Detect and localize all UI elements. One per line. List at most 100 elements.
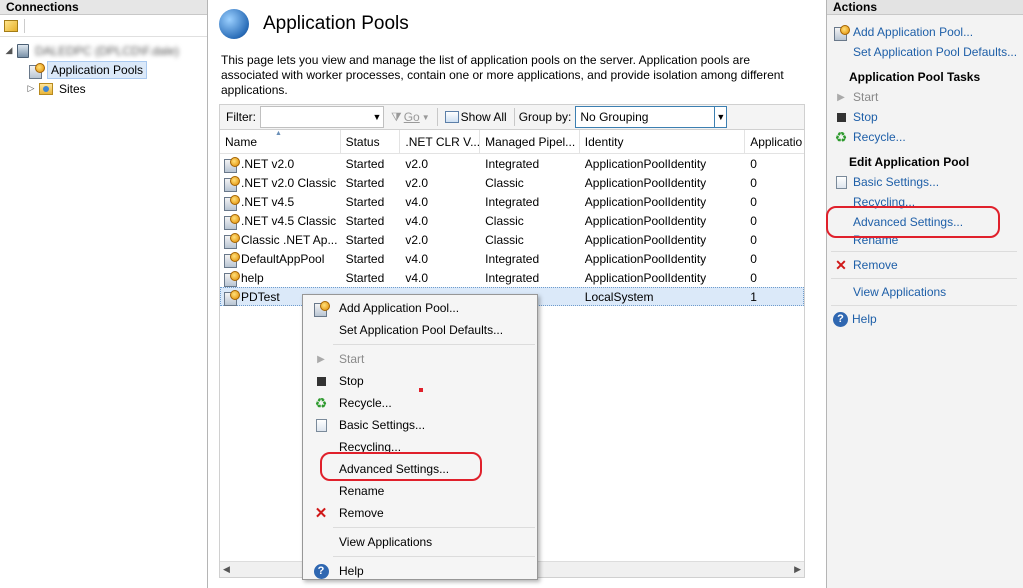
expand-icon[interactable]: ▷: [26, 83, 36, 94]
menu-separator: [333, 344, 535, 345]
menu-item-basic-settings[interactable]: Basic Settings...: [303, 414, 537, 436]
cell-identity: ApplicationPoolIdentity: [580, 154, 745, 173]
cell-pipeline: Integrated: [480, 154, 580, 173]
new-connection-icon[interactable]: [4, 19, 18, 32]
column-header-status[interactable]: Status: [341, 130, 401, 153]
cell-text: Started: [345, 251, 385, 266]
table-row[interactable]: .NET v2.0 Classic Started v2.0 Classic Appli…: [220, 173, 804, 192]
table-row[interactable]: .NET v2.0 Started v2.0 Integrated Applicatio…: [220, 154, 804, 173]
cell-text: v4.0: [405, 251, 429, 266]
actions-pane: Actions Add Application Pool... Set Appl…: [826, 0, 1023, 588]
toolbar-separator: [513, 108, 515, 126]
action-recycle[interactable]: ♻ Recycle...: [833, 127, 1023, 147]
help-icon: ?: [309, 563, 333, 579]
menu-item-label: Rename: [339, 484, 385, 498]
chevron-down-icon[interactable]: ▼: [714, 107, 726, 127]
connections-pane: Connections ◢ DALEDPC (DPLCD\F.dale) App…: [0, 0, 208, 588]
table-row[interactable]: DefaultAppPool Started v4.0 Integrated Appli…: [220, 249, 804, 268]
cell-text: Integrated: [485, 251, 540, 266]
table-row[interactable]: .NET v4.5 Started v4.0 Integrated Applicatio…: [220, 192, 804, 211]
server-icon: [17, 43, 29, 58]
tree-item-sites[interactable]: ▷ Sites: [0, 79, 207, 98]
cell-clr: v4.0: [400, 211, 480, 230]
table-row[interactable]: Classic .NET Ap... Started v2.0 Classic Appl…: [220, 230, 804, 249]
cell-text: 0: [750, 232, 757, 247]
menu-separator: [333, 556, 535, 557]
menu-item-label: Basic Settings...: [339, 418, 426, 432]
menu-item-start[interactable]: ▶ Start: [303, 348, 537, 370]
menu-item-label: Set Application Pool Defaults...: [339, 323, 504, 337]
action-label: Basic Settings...: [853, 175, 940, 189]
menu-item-set-application-pool-defaults[interactable]: Set Application Pool Defaults...: [303, 319, 537, 341]
cell-text: ApplicationPoolIdentity: [584, 232, 707, 247]
cell-apps: 0: [745, 173, 804, 192]
action-start[interactable]: ▶ Start: [833, 87, 1023, 107]
filter-input[interactable]: ▼: [260, 106, 384, 128]
sort-ascending-icon: ▲: [275, 130, 282, 137]
cell-clr: v2.0: [400, 173, 480, 192]
menu-item-label: Add Application Pool...: [339, 301, 460, 315]
go-button[interactable]: ⧩ Go ▼: [388, 110, 433, 125]
cell-pipeline: Integrated: [480, 192, 580, 211]
cell-status: Started: [341, 211, 401, 230]
stop-icon: [309, 376, 333, 386]
action-basic-settings[interactable]: Basic Settings...: [833, 172, 1023, 192]
column-header-applications[interactable]: Applicatio: [745, 130, 804, 153]
recycle-icon: ♻: [314, 394, 328, 411]
table-row[interactable]: .NET v4.5 Classic Started v4.0 Classic Appli…: [220, 211, 804, 230]
sites-folder-icon: [39, 82, 53, 95]
chevron-down-icon[interactable]: ▼: [371, 107, 383, 127]
cell-text: Classic: [485, 232, 524, 247]
scroll-right-icon[interactable]: ▶: [794, 564, 801, 575]
scroll-left-icon[interactable]: ◀: [223, 564, 230, 575]
cell-clr: v4.0: [400, 249, 480, 268]
action-help[interactable]: ? Help: [833, 309, 1023, 329]
settings-page-icon: [309, 418, 333, 432]
server-label: DALEDPC (DPLCD\F.dale): [35, 43, 180, 58]
cell-text: DefaultAppPool: [241, 251, 325, 266]
application-pool-icon: [223, 270, 240, 287]
action-set-defaults[interactable]: Set Application Pool Defaults...: [833, 42, 1023, 62]
action-label: Help: [852, 312, 877, 326]
show-all-button[interactable]: Show All: [442, 110, 510, 124]
action-remove[interactable]: ✕ Remove: [833, 255, 1023, 275]
tree-item-server[interactable]: ◢ DALEDPC (DPLCD\F.dale): [0, 41, 207, 60]
application-pool-icon: [223, 213, 240, 230]
action-add-application-pool[interactable]: Add Application Pool...: [833, 22, 1023, 42]
group-by-label: Group by:: [518, 110, 572, 124]
cell-text: v2.0: [405, 175, 429, 190]
menu-item-remove[interactable]: ✕ Remove: [303, 502, 537, 524]
column-header-identity[interactable]: Identity: [580, 130, 746, 153]
cell-text: ApplicationPoolIdentity: [584, 175, 707, 190]
cell-text: Started: [345, 232, 385, 247]
cell-text: v2.0: [405, 232, 429, 247]
column-header-name[interactable]: ▲ Name: [220, 130, 341, 153]
cell-apps: 0: [745, 192, 804, 211]
stop-icon: [833, 112, 849, 122]
tree-item-application-pools[interactable]: Application Pools: [0, 60, 207, 79]
application-pool-icon: [223, 194, 240, 211]
action-view-applications[interactable]: View Applications: [833, 282, 1023, 302]
column-label: Applicatio: [750, 134, 803, 149]
cell-text: help: [241, 270, 264, 285]
cell-name: .NET v4.5 Classic: [220, 211, 341, 230]
column-header-pipeline[interactable]: Managed Pipel...: [480, 130, 580, 153]
action-label: Stop: [853, 110, 878, 124]
menu-item-rename[interactable]: Rename: [303, 480, 537, 502]
menu-item-add-application-pool[interactable]: Add Application Pool...: [303, 297, 537, 319]
column-label: Identity: [584, 134, 624, 149]
group-by-select[interactable]: No Grouping ▼: [575, 106, 728, 128]
add-pool-icon: [833, 24, 850, 41]
cell-pipeline: Integrated: [480, 268, 580, 287]
menu-item-recycle[interactable]: ♻ Recycle...: [303, 392, 537, 414]
collapse-icon[interactable]: ◢: [4, 45, 14, 56]
cell-apps: 0: [745, 268, 804, 287]
menu-item-help[interactable]: ? Help: [303, 560, 537, 582]
cell-text: ApplicationPoolIdentity: [584, 270, 707, 285]
column-header-clr[interactable]: .NET CLR V...: [400, 130, 481, 153]
menu-item-view-applications[interactable]: View Applications: [303, 531, 537, 553]
table-row[interactable]: help Started v4.0 Integrated ApplicationPool…: [220, 268, 804, 287]
menu-item-label: Recycle...: [339, 396, 392, 410]
column-label: Name: [225, 134, 258, 149]
action-stop[interactable]: Stop: [833, 107, 1023, 127]
